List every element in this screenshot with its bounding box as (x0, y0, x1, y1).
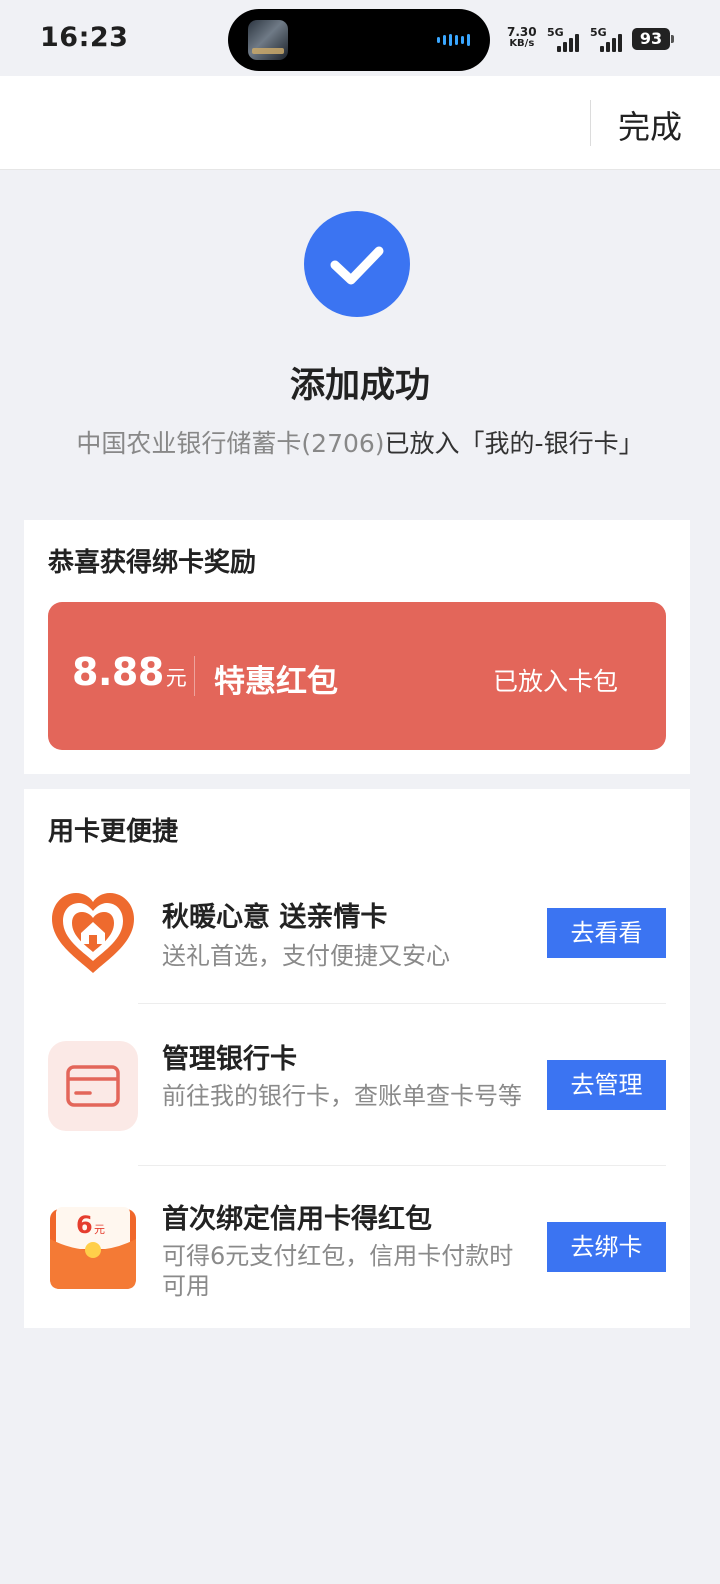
net-speed: 7.30 KB/s (507, 25, 537, 49)
nav-divider (590, 100, 591, 146)
bank-card-icon (48, 1041, 138, 1131)
media-thumbnail-icon (248, 20, 288, 60)
services-card: 用卡更便捷 秋暖心意 送亲情卡 送礼首选，支付便捷又安心 去看看 管理银行卡 前… (24, 789, 690, 1328)
service-description: 送礼首选，支付便捷又安心 (162, 942, 450, 970)
divider (138, 1003, 666, 1004)
service-title: 管理银行卡 (162, 1044, 297, 1075)
service-item-manage-card[interactable]: 管理银行卡 前往我的银行卡，查账单查卡号等 去管理 (24, 1041, 690, 1153)
reward-status: 已放入卡包 (492, 667, 618, 696)
audio-wave-icon (437, 34, 470, 46)
services-title: 用卡更便捷 (48, 817, 179, 847)
reward-amount: 8.88元 (72, 650, 187, 694)
reward-unit: 元 (165, 666, 187, 690)
success-title: 添加成功 (289, 366, 430, 406)
success-check-icon (304, 211, 410, 317)
divider (138, 1165, 666, 1166)
go-see-button[interactable]: 去看看 (547, 908, 666, 958)
reward-card: 恭喜获得绑卡奖励 8.88元 特惠红包 已放入卡包 (24, 520, 690, 774)
service-description: 可得6元支付红包，信用卡付款时可用 (162, 1242, 514, 1300)
reward-banner[interactable]: 8.88元 特惠红包 已放入卡包 (48, 602, 666, 750)
success-description: 中国农业银行储蓄卡(2706)已放入「我的-银行卡」 (0, 424, 720, 460)
service-title: 首次绑定信用卡得红包 (162, 1204, 432, 1235)
dynamic-island[interactable] (228, 9, 490, 71)
service-title: 秋暖心意 送亲情卡 (162, 902, 388, 933)
reward-name: 特惠红包 (214, 664, 338, 700)
nav-bar: 完成 (0, 76, 720, 170)
go-manage-button[interactable]: 去管理 (547, 1060, 666, 1110)
done-button[interactable]: 完成 (618, 102, 682, 148)
status-time: 16:23 (40, 22, 129, 53)
red-packet-icon: 6 元 (48, 1203, 138, 1293)
service-item-family-card[interactable]: 秋暖心意 送亲情卡 送礼首选，支付便捷又安心 去看看 (24, 889, 690, 999)
battery-icon: 93 (632, 28, 674, 50)
service-item-bind-credit-card[interactable]: 6 元 首次绑定信用卡得红包 可得6元支付红包，信用卡付款时可用 去绑卡 (24, 1203, 690, 1315)
go-bind-card-button[interactable]: 去绑卡 (547, 1222, 666, 1272)
success-placed-text: 已放入「我的-银行卡」 (384, 429, 644, 458)
reward-title: 恭喜获得绑卡奖励 (48, 548, 257, 578)
service-description: 前往我的银行卡，查账单查卡号等 (162, 1082, 522, 1110)
reward-separator (194, 656, 195, 696)
heart-home-icon (52, 893, 134, 973)
status-bar: 16:23 7.30 KB/s 5G 5G 93 (0, 0, 720, 76)
success-bank-name: 中国农业银行储蓄卡(2706) (76, 429, 385, 458)
